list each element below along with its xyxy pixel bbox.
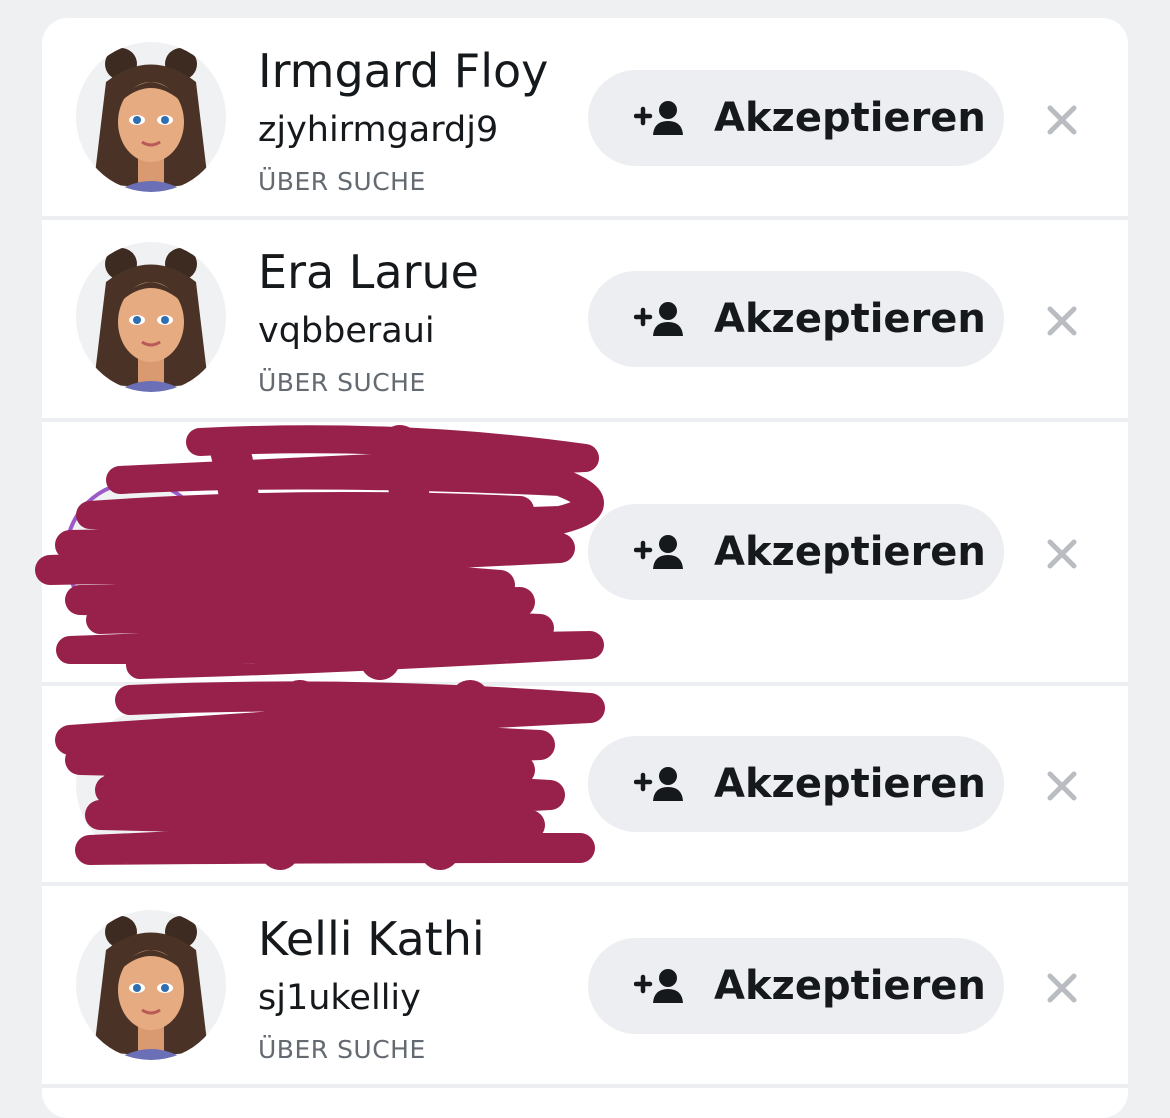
- bitmoji-avatar-icon: [101, 732, 201, 830]
- close-icon[interactable]: [1044, 768, 1080, 804]
- request-name: Irmgard Floy: [258, 44, 549, 98]
- friend-request-row[interactable]: Kelli Kathi sj1ukelliy ÜBER SUCHE Akzept…: [42, 886, 1128, 1084]
- accept-label: Akzeptieren: [714, 963, 986, 1009]
- request-username: zjyhirmgardj9: [258, 110, 499, 150]
- bitmoji-avatar-icon: [106, 519, 170, 599]
- close-icon[interactable]: [1044, 970, 1080, 1006]
- bitmoji-avatar-icon: [94, 916, 208, 1060]
- request-name: Era Larue: [258, 245, 479, 299]
- add-friend-icon: [634, 535, 683, 569]
- friend-request-row[interactable]: Irmgard Floy zjyhirmgardj9 ÜBER SUCHE Ak…: [42, 18, 1128, 216]
- request-name: Kelli Kathi: [258, 912, 485, 966]
- accept-button[interactable]: Akzeptieren: [588, 938, 1004, 1034]
- avatar[interactable]: [76, 910, 226, 1060]
- avatar[interactable]: [76, 42, 226, 192]
- add-friend-icon: [634, 101, 683, 135]
- bitmoji-avatar-icon: [94, 248, 208, 392]
- request-username: sj1ukelliy: [258, 978, 421, 1018]
- request-source: ÜBER SUCHE: [258, 368, 426, 397]
- accept-label: Akzeptieren: [714, 761, 986, 807]
- avatar[interactable]: [76, 710, 226, 860]
- accept-button[interactable]: Akzeptieren: [588, 504, 1004, 600]
- avatar[interactable]: [76, 242, 226, 392]
- bitmoji-avatar-icon: [94, 48, 208, 192]
- request-source: ÜBER SUCHE: [258, 167, 426, 196]
- add-friend-icon: [634, 767, 683, 801]
- accept-label: Akzeptieren: [714, 296, 986, 342]
- close-icon[interactable]: [1044, 102, 1080, 138]
- avatar[interactable]: [64, 480, 212, 628]
- accept-button[interactable]: Akzeptieren: [588, 271, 1004, 367]
- close-icon[interactable]: [1044, 536, 1080, 572]
- request-source: ÜBER SUCHE: [258, 1035, 426, 1064]
- accept-button[interactable]: Akzeptieren: [588, 70, 1004, 166]
- friend-request-row[interactable]: Akzeptieren: [42, 422, 1128, 682]
- accept-button[interactable]: Akzeptieren: [588, 736, 1004, 832]
- divider: [42, 1084, 1128, 1088]
- add-friend-icon: [634, 302, 683, 336]
- add-friend-icon: [634, 969, 683, 1003]
- request-username: vqbberaui: [258, 311, 435, 351]
- friend-request-row[interactable]: Era Larue vqbberaui ÜBER SUCHE Akzeptier…: [42, 220, 1128, 418]
- close-icon[interactable]: [1044, 303, 1080, 339]
- accept-label: Akzeptieren: [714, 529, 986, 575]
- friend-requests-list: Irmgard Floy zjyhirmgardj9 ÜBER SUCHE Ak…: [42, 18, 1128, 1118]
- friend-request-row[interactable]: Akzeptieren: [42, 686, 1128, 882]
- accept-label: Akzeptieren: [714, 95, 986, 141]
